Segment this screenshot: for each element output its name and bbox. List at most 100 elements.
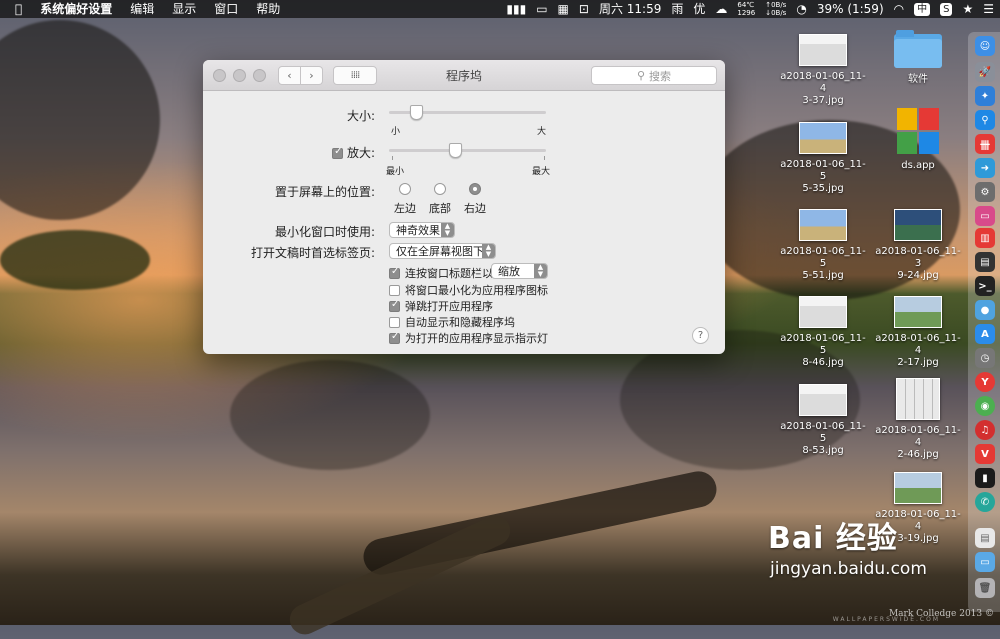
notification-list-icon[interactable]: ☰ [983, 0, 994, 18]
vivaldi-icon[interactable]: V [975, 444, 995, 464]
help-button[interactable]: ? [692, 327, 709, 344]
launchpad-icon[interactable]: 🚀 [975, 62, 995, 82]
search-icon: ⚲ [636, 69, 646, 82]
zoom-button[interactable] [253, 68, 266, 82]
image-thumbnail [894, 296, 942, 328]
chat-app-icon[interactable]: ✆ [975, 492, 995, 512]
desktop-file[interactable]: a2018-01-06_11-5 8-46.jpg [778, 296, 868, 369]
desktop-file[interactable]: a2018-01-06_11-4 2-17.jpg [873, 296, 963, 369]
apple-menu-icon[interactable]:  [6, 0, 31, 18]
file-name-line: 3-37.jpg [802, 95, 844, 106]
double-click-action-popup[interactable]: 缩放 ▲ ▼ [491, 263, 548, 279]
image-thumbnail [894, 209, 942, 241]
search-app-icon[interactable]: ⚲ [975, 110, 995, 130]
input-method[interactable]: 中 [914, 2, 931, 16]
terminal-icon[interactable]: >_ [975, 276, 995, 296]
minimize-effect-popup[interactable]: 神奇效果 ▲ ▼ [389, 222, 455, 238]
menu-help[interactable]: 帮助 [247, 0, 289, 18]
app-store-icon[interactable]: A [975, 324, 995, 344]
menu-datetime[interactable]: 周六 11:59 [599, 0, 661, 18]
weather-rain[interactable]: 雨 [671, 0, 683, 18]
magnify-label: 放大: [332, 144, 375, 161]
bars-icon[interactable]: ▮▮▮ [506, 0, 526, 18]
migration-icon[interactable]: ➜ [975, 158, 995, 178]
desktop-file[interactable]: a2018-01-06_11-5 5-51.jpg [778, 209, 868, 282]
s-app-badge[interactable]: S [940, 2, 953, 16]
file-name-line: a2018-01-06_11-5 [780, 421, 866, 444]
file-name-line: 2-17.jpg [897, 357, 939, 368]
popup-arrows-icon: ▲ ▼ [441, 223, 454, 237]
clock-app-icon[interactable]: ◷ [975, 348, 995, 368]
activity-monitor-icon[interactable]: ▤ [975, 252, 995, 272]
option-autohide[interactable]: 自动显示和隐藏程序坞 [389, 314, 515, 330]
chrome-icon[interactable]: ◉ [975, 396, 995, 416]
menu-edit[interactable]: 编辑 [121, 0, 163, 18]
desktop-file[interactable]: a2018-01-06_11-5 5-35.jpg [778, 122, 868, 195]
netease-music-icon[interactable]: ♫ [975, 420, 995, 440]
menu-window[interactable]: 窗口 [205, 0, 247, 18]
close-button[interactable] [213, 68, 226, 82]
network-speed[interactable]: ↑0B/s ↓0B/s [765, 1, 786, 17]
safari-icon[interactable]: ✦ [975, 86, 995, 106]
display-icon[interactable]: ▭ [536, 0, 547, 18]
red-app-icon[interactable]: 卌 [975, 134, 995, 154]
file-name-line: a2018-01-06_11-4 [875, 425, 961, 448]
magnify-checkbox[interactable] [332, 146, 344, 159]
file-name-line: 2-46.jpg [897, 449, 939, 460]
star-icon[interactable]: ★ [962, 0, 973, 18]
indicators-checkbox[interactable] [389, 331, 400, 344]
back-button[interactable]: ‹ [278, 65, 301, 85]
chart-app-icon[interactable]: ▥ [975, 228, 995, 248]
tabs-label: 打开文稿时首选标签页: [250, 246, 375, 260]
downloads-folder-icon[interactable]: ▭ [975, 552, 995, 572]
air-quality[interactable]: 优 [693, 0, 705, 18]
position-bottom-radio[interactable] [434, 183, 446, 195]
position-right-radio[interactable] [469, 183, 481, 195]
option-indicators[interactable]: 为打开的应用程序显示指示灯 [389, 330, 548, 346]
menu-app-name[interactable]: 系统偏好设置 [31, 0, 121, 18]
desktop-folder[interactable]: 软件 [873, 30, 963, 86]
screenshot-icon[interactable]: ⊡ [579, 0, 589, 18]
app-name: ds.app [901, 160, 935, 171]
animate-opening-checkbox[interactable] [389, 299, 400, 312]
wifi-icon[interactable]: ◠ [894, 0, 904, 18]
mic-app-icon[interactable]: ● [975, 300, 995, 320]
terminal-green-icon[interactable]: ▮ [975, 468, 995, 488]
finder-icon[interactable]: ☺ [975, 36, 995, 56]
magnify-slider[interactable] [389, 143, 546, 158]
double-click-checkbox[interactable] [389, 266, 400, 279]
system-prefs-icon[interactable]: ⚙ [975, 182, 995, 202]
option-minimize-to-app[interactable]: 将窗口最小化为应用程序图标 [389, 282, 548, 298]
tabs-preference-popup[interactable]: 仅在全屏幕视图下 ▲ ▼ [389, 243, 496, 259]
desktop-file[interactable]: a2018-01-06_11-3 9-24.jpg [873, 209, 963, 282]
yandex-icon[interactable]: Y [975, 372, 995, 392]
desktop-file[interactable]: a2018-01-06_11-4 3-37.jpg [778, 34, 868, 107]
minimize-button[interactable] [233, 68, 246, 82]
dashboard-icon[interactable]: ◔ [796, 0, 806, 18]
desktop-file[interactable]: a2018-01-06_11-4 2-46.jpg [873, 378, 963, 461]
mission-control-icon[interactable]: ▦ [558, 0, 569, 18]
option-double-click[interactable]: 连按窗口标题栏以 [389, 265, 493, 281]
minimize-to-app-label: 将窗口最小化为应用程序图标 [405, 284, 548, 297]
screen-app-icon[interactable]: ▭ [975, 206, 995, 226]
autohide-checkbox[interactable] [389, 316, 400, 328]
document-icon[interactable]: ▤ [975, 528, 995, 548]
desktop-app[interactable]: ds.app [873, 108, 963, 172]
baidu-brand: Bai 经验 [768, 521, 898, 556]
folder-name: 软件 [908, 74, 928, 85]
size-slider-thumb[interactable] [409, 105, 423, 120]
forward-button[interactable]: › [301, 65, 323, 85]
battery-status[interactable]: 39% (1:59) [817, 0, 884, 18]
option-animate-opening[interactable]: 弹跳打开应用程序 [389, 298, 493, 314]
window-controls [213, 68, 266, 82]
minimize-to-app-checkbox[interactable] [389, 284, 400, 296]
desktop-file[interactable]: a2018-01-06_11-5 8-53.jpg [778, 384, 868, 457]
trash-icon[interactable]: 🗑 [975, 578, 995, 598]
search-field[interactable]: ⚲ 搜索 [591, 66, 717, 85]
magnify-slider-thumb[interactable] [448, 143, 462, 158]
temperature-readout[interactable]: 64℃ 1296 [737, 1, 755, 17]
menu-view[interactable]: 显示 [163, 0, 205, 18]
show-all-button[interactable]: ⁞⁞⁞⁞ [333, 65, 377, 85]
size-slider[interactable] [389, 105, 546, 120]
position-left-radio[interactable] [399, 183, 411, 195]
